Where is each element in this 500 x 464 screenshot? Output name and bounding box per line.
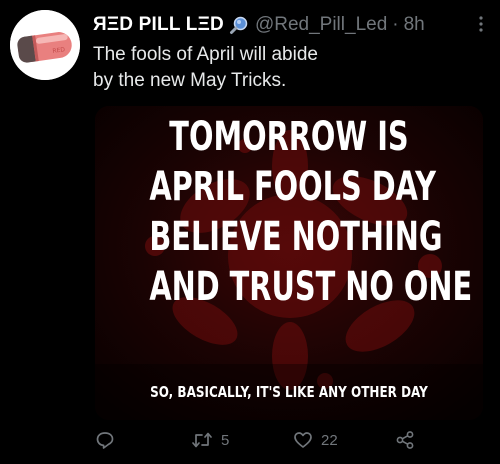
separator-dot: ·	[392, 14, 399, 35]
meme-caption: SO, BASICALLY, IT'S LIKE ANY OTHER DAY	[150, 383, 428, 401]
timestamp[interactable]: 8h	[404, 14, 425, 36]
avatar[interactable]: RED	[10, 10, 80, 80]
reply-button[interactable]	[95, 426, 123, 454]
retweet-icon	[191, 430, 213, 450]
heart-icon	[293, 430, 313, 450]
tweet-text-line: by the new May Tricks.	[93, 70, 287, 91]
like-count: 22	[321, 431, 338, 449]
retweet-count: 5	[221, 431, 230, 449]
meme-line: APRIL FOOLS DAY	[149, 164, 437, 210]
tweet-header: ЯΞD PILL LΞD @Red_Pill_Led · 8h	[93, 12, 493, 38]
reply-icon	[95, 430, 115, 450]
share-button[interactable]	[395, 426, 423, 454]
tweet-actions: 5 22	[95, 426, 483, 454]
meme-line: TOMORROW IS	[169, 114, 409, 160]
tweet-media-image[interactable]: TOMORROW IS APRIL FOOLS DAY BELIEVE NOTH…	[95, 106, 483, 420]
more-options-icon[interactable]	[478, 14, 484, 34]
meme-line: BELIEVE NOTHING	[149, 214, 443, 260]
tweet-text: The fools of April will abide by the new…	[93, 42, 483, 94]
tweet-text-line: The fools of April will abide	[93, 44, 318, 65]
retweet-button[interactable]: 5	[191, 426, 229, 454]
tweet-card[interactable]: RED ЯΞD PILL LΞD @Red_Pill_Led · 8h The …	[0, 0, 500, 464]
red-pill-icon: RED	[10, 10, 80, 80]
meme-line: AND TRUST NO ONE	[149, 264, 473, 310]
share-icon	[395, 430, 415, 450]
like-button[interactable]: 22	[293, 426, 338, 454]
user-handle[interactable]: @Red_Pill_Led	[255, 14, 387, 36]
display-name[interactable]: ЯΞD PILL LΞD	[93, 14, 224, 36]
search-icon	[229, 15, 249, 35]
